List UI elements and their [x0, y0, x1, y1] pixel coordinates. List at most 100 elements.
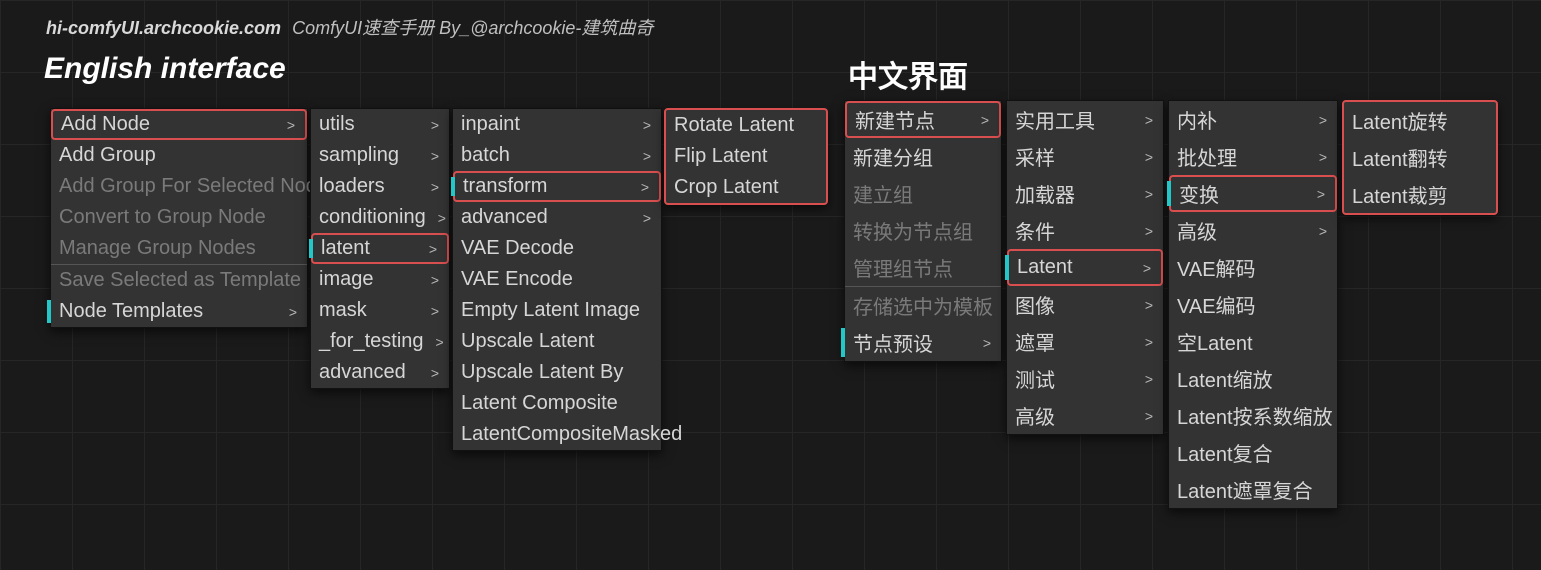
zh-ctx-item-0[interactable]: 新建节点> — [845, 101, 1001, 138]
menu-item-label: 建立组 — [853, 179, 913, 208]
zh-ctx-item-1[interactable]: 新建分组 — [845, 138, 1001, 175]
category-menu-en: utils>sampling> loaders > conditioning>late… — [310, 108, 450, 389]
submenu-arrow-icon: > — [643, 148, 651, 164]
en-cat-item-3[interactable]: conditioning> — [311, 202, 449, 233]
zh-latent-item-7[interactable]: Latent缩放 — [1169, 360, 1337, 397]
menu-item-label: 转换为节点组 — [853, 216, 973, 245]
menu-item-label: loaders — [319, 175, 385, 198]
en-transform-item-2[interactable]: Crop Latent — [666, 172, 826, 203]
zh-latent-item-3[interactable]: 高级 > — [1169, 212, 1337, 249]
submenu-arrow-icon: > — [643, 210, 651, 226]
zh-cat-item-1[interactable]: 采样> — [1007, 138, 1163, 175]
en-ctx-item-1[interactable]: Add Group — [51, 140, 307, 171]
en-latent-item-3[interactable]: advanced> — [453, 202, 661, 233]
transform-submenu-en: Rotate Latent Flip Latent Crop Latent — [664, 108, 828, 205]
menu-item-label: 高级 — [1015, 401, 1055, 430]
en-cat-item-0[interactable]: utils> — [311, 109, 449, 140]
menu-item-label: Crop Latent — [674, 176, 779, 199]
zh-latent-item-9[interactable]: Latent复合 — [1169, 434, 1337, 471]
en-ctx-item-0[interactable]: Add Node> — [51, 109, 307, 140]
submenu-arrow-icon: > — [1319, 223, 1327, 239]
zh-cat-item-8[interactable]: 高级> — [1007, 397, 1163, 434]
zh-latent-item-5[interactable]: VAE编码 — [1169, 286, 1337, 323]
zh-latent-item-0[interactable]: 内补> — [1169, 101, 1337, 138]
en-latent-item-10[interactable]: LatentCompositeMasked — [453, 419, 661, 450]
zh-cat-item-5[interactable]: 图像 > — [1007, 286, 1163, 323]
en-cat-item-4[interactable]: latent> — [311, 233, 449, 264]
menu-item-label: LatentCompositeMasked — [461, 423, 682, 446]
en-latent-item-4[interactable]: VAE Decode — [453, 233, 661, 264]
submenu-arrow-icon: > — [1145, 186, 1153, 202]
en-latent-item-8[interactable]: Upscale Latent By — [453, 357, 661, 388]
menu-item-label: Latent Composite — [461, 392, 618, 415]
menu-item-label: 高级 — [1177, 216, 1217, 245]
zh-latent-item-1[interactable]: 批处理 > — [1169, 138, 1337, 175]
en-ctx-item-6[interactable]: Node Templates> — [51, 296, 307, 327]
en-latent-item-1[interactable]: batch > — [453, 140, 661, 171]
zh-transform-item-0[interactable]: Latent旋转 — [1344, 102, 1496, 139]
menu-item-label: VAE Encode — [461, 268, 573, 291]
en-ctx-item-4: Manage Group Nodes — [51, 233, 307, 264]
zh-cat-item-2[interactable]: 加载器 > — [1007, 175, 1163, 212]
menu-item-label: batch — [461, 144, 510, 167]
zh-ctx-item-5: 存储选中为模板 — [845, 287, 1001, 324]
active-indicator — [309, 239, 313, 258]
menu-item-label: 管理组节点 — [853, 253, 953, 282]
submenu-arrow-icon: > — [431, 365, 439, 381]
submenu-arrow-icon: > — [1319, 149, 1327, 165]
zh-latent-item-6[interactable]: 空Latent — [1169, 323, 1337, 360]
menu-item-label: 加载器 — [1015, 179, 1075, 208]
menu-item-label: Rotate Latent — [674, 114, 794, 137]
context-menu-en: Add Node>Add GroupAdd Group For Selected… — [50, 108, 308, 328]
zh-ctx-item-6[interactable]: 节点预设> — [845, 324, 1001, 361]
en-transform-item-0[interactable]: Rotate Latent — [666, 110, 826, 141]
zh-ctx-item-3: 转换为节点组 — [845, 212, 1001, 249]
en-latent-item-5[interactable]: VAE Encode — [453, 264, 661, 295]
en-cat-item-2[interactable]: loaders > — [311, 171, 449, 202]
menu-item-label: Add Group For Selected Nodes — [59, 175, 338, 198]
context-menu-zh: 新建节点>新建分组建立组转换为节点组管理组节点存储选中为模板节点预设> — [844, 100, 1002, 362]
menu-item-label: Latent旋转 — [1352, 106, 1448, 135]
submenu-arrow-icon: > — [436, 334, 444, 350]
en-latent-item-7[interactable]: Upscale Latent — [453, 326, 661, 357]
submenu-arrow-icon: > — [643, 117, 651, 133]
menu-item-label: Latent复合 — [1177, 438, 1273, 467]
menu-item-label: Flip Latent — [674, 145, 767, 168]
en-latent-item-9[interactable]: Latent Composite — [453, 388, 661, 419]
en-latent-item-0[interactable]: inpaint > — [453, 109, 661, 140]
submenu-arrow-icon: > — [1143, 260, 1151, 276]
en-transform-item-1[interactable]: Flip Latent — [666, 141, 826, 172]
zh-transform-item-2[interactable]: Latent裁剪 — [1344, 176, 1496, 213]
zh-cat-item-0[interactable]: 实用工具> — [1007, 101, 1163, 138]
en-cat-item-8[interactable]: advanced> — [311, 357, 449, 388]
en-cat-item-6[interactable]: mask> — [311, 295, 449, 326]
zh-cat-item-4[interactable]: Latent> — [1007, 249, 1163, 286]
en-cat-item-5[interactable]: image> — [311, 264, 449, 295]
submenu-arrow-icon: > — [431, 179, 439, 195]
en-cat-item-1[interactable]: sampling> — [311, 140, 449, 171]
zh-cat-item-7[interactable]: 测试> — [1007, 360, 1163, 397]
submenu-arrow-icon: > — [981, 112, 989, 128]
active-indicator — [841, 328, 845, 357]
zh-latent-item-2[interactable]: 变换> — [1169, 175, 1337, 212]
latent-submenu-en: inpaint > batch > transform>advanced>VAE Dec… — [452, 108, 662, 451]
zh-cat-item-3[interactable]: 条件> — [1007, 212, 1163, 249]
zh-latent-item-8[interactable]: Latent按系数缩放 — [1169, 397, 1337, 434]
submenu-arrow-icon: > — [1145, 297, 1153, 313]
en-latent-item-2[interactable]: transform> — [453, 171, 661, 202]
zh-latent-item-4[interactable]: VAE解码 — [1169, 249, 1337, 286]
menu-item-label: 批处理 — [1177, 142, 1237, 171]
en-cat-item-7[interactable]: _for_testing> — [311, 326, 449, 357]
zh-latent-item-10[interactable]: Latent遮罩复合 — [1169, 471, 1337, 508]
menu-item-label: 变换 — [1179, 179, 1219, 208]
zh-cat-item-6[interactable]: 遮罩> — [1007, 323, 1163, 360]
zh-transform-item-1[interactable]: Latent翻转 — [1344, 139, 1496, 176]
en-latent-item-6[interactable]: Empty Latent Image — [453, 295, 661, 326]
zh-ctx-item-2: 建立组 — [845, 175, 1001, 212]
menu-item-label: inpaint — [461, 113, 520, 136]
menu-item-label: Save Selected as Template — [59, 269, 301, 292]
heading-chinese: 中文界面 — [848, 52, 968, 96]
menu-item-label: 图像 — [1015, 290, 1055, 319]
submenu-arrow-icon: > — [983, 335, 991, 351]
en-ctx-item-5: Save Selected as Template — [51, 265, 307, 296]
